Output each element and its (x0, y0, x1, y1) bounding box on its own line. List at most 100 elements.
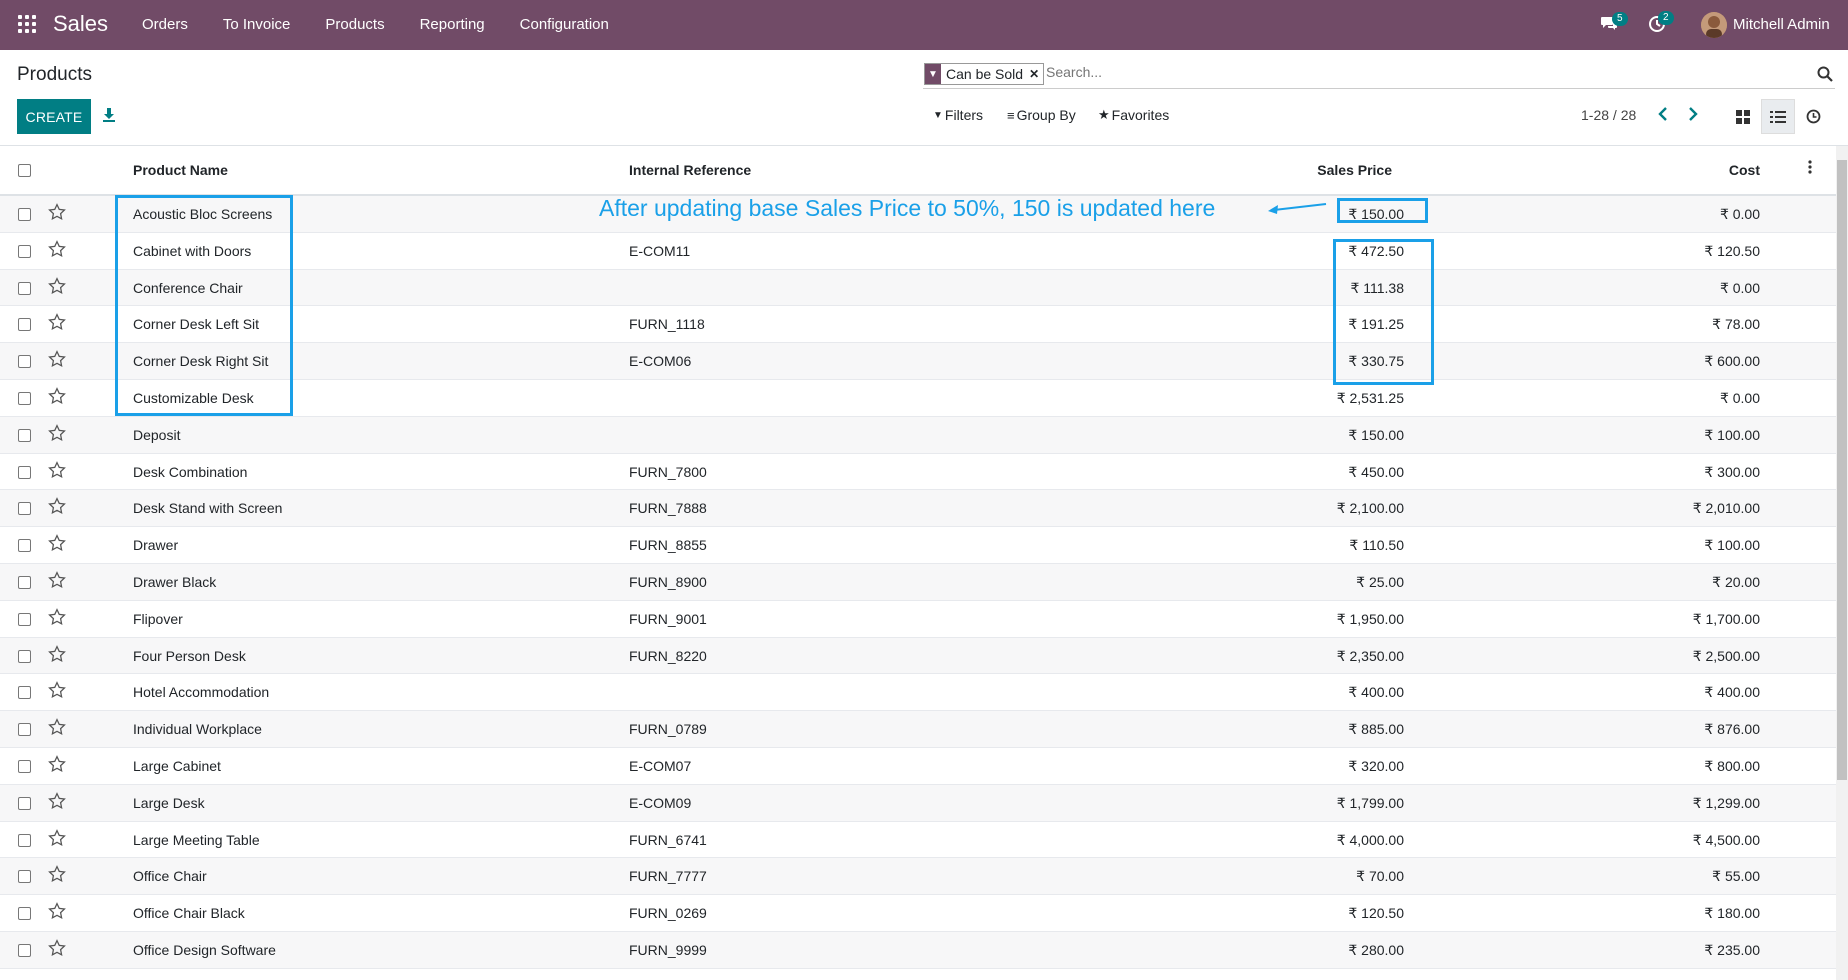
cost-cell[interactable]: ₹ 100.00 (1704, 537, 1760, 554)
table-row[interactable]: Desk Stand with Screen FURN_7888 ₹ 2,100.0… (0, 490, 1836, 528)
favorite-star-icon[interactable] (48, 203, 66, 221)
sales-price-cell[interactable]: ₹ 450.00 (1348, 464, 1404, 481)
cost-cell[interactable]: ₹ 20.00 (1712, 574, 1760, 591)
cost-cell[interactable]: ₹ 100.00 (1704, 427, 1760, 444)
row-checkbox[interactable] (18, 833, 31, 847)
row-checkbox[interactable] (18, 539, 31, 553)
row-checkbox[interactable] (18, 649, 31, 663)
favorite-star-icon[interactable] (48, 534, 66, 552)
facet-close-icon[interactable]: ✕ (1029, 67, 1043, 81)
table-row[interactable]: Deposit ₹ 150.00 ₹ 100.00 (0, 416, 1836, 454)
row-checkbox[interactable] (18, 502, 31, 516)
internal-reference-cell[interactable]: FURN_7800 (629, 464, 707, 480)
internal-reference-cell[interactable]: FURN_1118 (629, 316, 705, 332)
header-sales-price[interactable]: Sales Price (1317, 162, 1392, 178)
cost-cell[interactable]: ₹ 0.00 (1720, 206, 1760, 223)
cost-cell[interactable]: ₹ 1,700.00 (1693, 611, 1760, 628)
favorite-star-icon[interactable] (48, 791, 66, 810)
favorite-star-icon[interactable] (48, 350, 66, 368)
sales-price-cell[interactable]: ₹ 120.50 (1348, 905, 1404, 922)
favorite-star-icon[interactable] (48, 644, 66, 663)
table-row[interactable]: Large Desk E-COM09 ₹ 1,799.00 ₹ 1,299.00 (0, 784, 1836, 822)
favorite-star-icon[interactable] (48, 497, 66, 515)
header-internal-reference[interactable]: Internal Reference (629, 162, 751, 178)
cost-cell[interactable]: ₹ 600.00 (1704, 353, 1760, 370)
favorite-star-icon[interactable] (48, 276, 66, 295)
favorite-star-icon[interactable] (48, 902, 66, 920)
cost-cell[interactable]: ₹ 180.00 (1704, 905, 1760, 922)
product-name-cell[interactable]: Office Design Software (133, 942, 276, 958)
sales-price-cell[interactable]: ₹ 2,100.00 (1337, 500, 1404, 517)
internal-reference-cell[interactable]: FURN_8900 (629, 574, 707, 590)
table-row[interactable]: Individual Workplace FURN_0789 ₹ 885.00 ₹ 8… (0, 711, 1836, 748)
product-name-cell[interactable]: Office Chair (133, 868, 207, 884)
row-checkbox[interactable] (18, 796, 31, 810)
product-name-cell[interactable]: Large Cabinet (133, 758, 221, 774)
pager-previous-icon[interactable] (1656, 104, 1670, 124)
cost-cell[interactable]: ₹ 800.00 (1704, 758, 1760, 775)
product-name-cell[interactable]: Individual Workplace (133, 721, 262, 737)
sales-price-cell[interactable]: ₹ 400.00 (1348, 684, 1404, 701)
activity-view-button[interactable] (1796, 99, 1830, 134)
internal-reference-cell[interactable]: FURN_9999 (629, 942, 707, 958)
column-options-icon[interactable] (1808, 160, 1812, 177)
product-name-cell[interactable]: Drawer (133, 537, 178, 553)
row-checkbox[interactable] (18, 391, 31, 405)
row-checkbox[interactable] (18, 870, 31, 884)
cost-cell[interactable]: ₹ 2,010.00 (1693, 500, 1760, 517)
table-row[interactable]: Office Chair FURN_7777 ₹ 70.00 ₹ 55.00 (0, 858, 1836, 896)
cost-cell[interactable]: ₹ 0.00 (1720, 280, 1760, 297)
product-name-cell[interactable]: Hotel Accommodation (133, 684, 269, 700)
cost-cell[interactable]: ₹ 1,299.00 (1693, 795, 1760, 812)
table-row[interactable]: Flipover FURN_9001 ₹ 1,950.00 ₹ 1,700.00 (0, 601, 1836, 638)
menu-reporting[interactable]: Reporting (420, 16, 485, 33)
product-name-cell[interactable]: Office Chair Black (133, 905, 245, 921)
table-row[interactable]: Hotel Accommodation ₹ 400.00 ₹ 400.00 (0, 674, 1836, 712)
internal-reference-cell[interactable]: E-COM06 (629, 353, 691, 369)
product-name-cell[interactable]: Desk Combination (133, 464, 247, 480)
row-checkbox[interactable] (18, 244, 31, 258)
pager-next-icon[interactable] (1686, 104, 1700, 124)
sales-price-cell[interactable]: ₹ 70.00 (1356, 868, 1404, 885)
sales-price-cell[interactable]: ₹ 110.50 (1349, 537, 1404, 554)
search-facet[interactable]: ▼ Can be Sold ✕ (924, 63, 1045, 85)
pager-value[interactable]: 1-28 / 28 (1581, 107, 1636, 123)
select-all-checkbox[interactable] (18, 164, 31, 177)
row-checkbox[interactable] (18, 281, 31, 295)
list-view-button[interactable] (1761, 99, 1795, 134)
internal-reference-cell[interactable]: FURN_6741 (629, 832, 707, 848)
user-avatar[interactable] (1701, 12, 1727, 38)
table-row[interactable]: Drawer Black FURN_8900 ₹ 25.00 ₹ 20.00 (0, 563, 1836, 601)
internal-reference-cell[interactable]: FURN_7888 (629, 500, 707, 516)
table-row[interactable]: Four Person Desk FURN_8220 ₹ 2,350.00 ₹ 2,5… (0, 637, 1836, 675)
table-row[interactable]: Large Cabinet E-COM07 ₹ 320.00 ₹ 800.00 (0, 748, 1836, 785)
header-product-name[interactable]: Product Name (133, 162, 228, 178)
internal-reference-cell[interactable]: E-COM09 (629, 795, 691, 811)
internal-reference-cell[interactable]: FURN_7777 (629, 868, 707, 884)
sales-price-cell[interactable]: ₹ 885.00 (1348, 721, 1404, 738)
product-name-cell[interactable]: Drawer Black (133, 574, 216, 590)
favorite-star-icon[interactable] (48, 387, 66, 405)
product-name-cell[interactable]: Large Meeting Table (133, 832, 260, 848)
cost-cell[interactable]: ₹ 876.00 (1704, 721, 1760, 738)
cost-cell[interactable]: ₹ 0.00 (1720, 390, 1760, 407)
create-button[interactable]: CREATE (17, 99, 91, 134)
favorite-star-icon[interactable] (48, 718, 66, 736)
favorite-star-icon[interactable] (48, 681, 66, 699)
sales-price-cell[interactable]: ₹ 1,950.00 (1337, 611, 1404, 628)
row-checkbox[interactable] (18, 208, 31, 221)
table-row[interactable]: Office Design Software FURN_9999 ₹ 280.00 ₹… (0, 931, 1836, 969)
favorite-star-icon[interactable] (48, 607, 66, 626)
favorite-star-icon[interactable] (48, 939, 66, 957)
cost-cell[interactable]: ₹ 120.50 (1704, 243, 1760, 260)
table-row[interactable]: Large Meeting Table FURN_6741 ₹ 4,000.00 ₹ … (0, 822, 1836, 859)
cost-cell[interactable]: ₹ 2,500.00 (1693, 648, 1760, 665)
filters-dropdown[interactable]: ▼ Filters (933, 107, 983, 123)
internal-reference-cell[interactable]: FURN_8855 (629, 537, 707, 553)
page-title[interactable]: Products (17, 64, 92, 86)
internal-reference-cell[interactable]: E-COM11 (629, 243, 690, 259)
favorite-star-icon[interactable] (48, 755, 66, 773)
sales-price-cell[interactable]: ₹ 4,000.00 (1337, 832, 1404, 849)
favorite-star-icon[interactable] (48, 828, 66, 847)
row-checkbox[interactable] (18, 465, 31, 479)
